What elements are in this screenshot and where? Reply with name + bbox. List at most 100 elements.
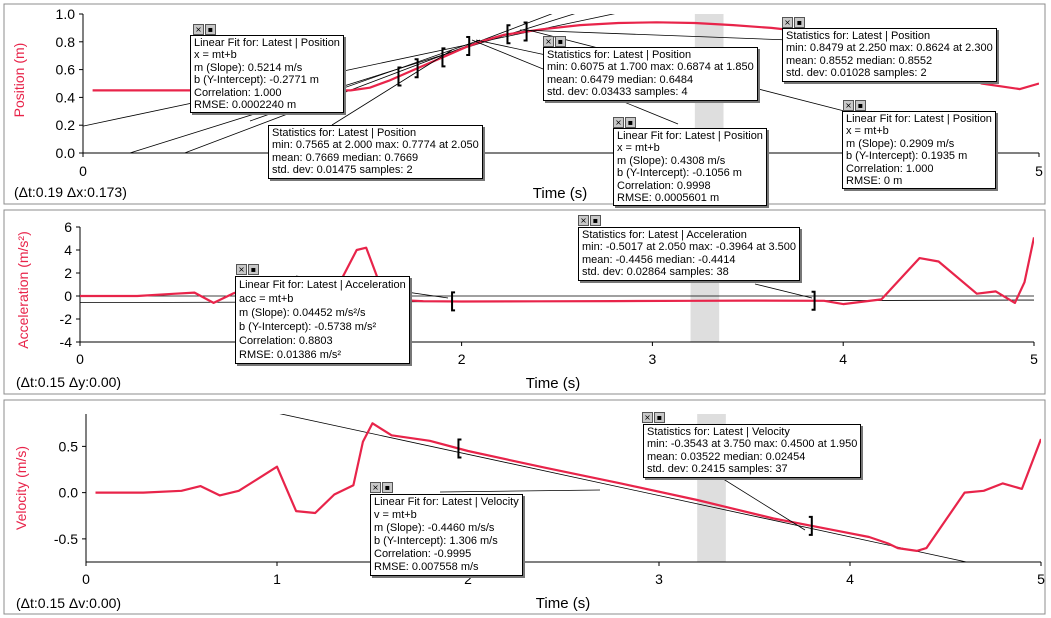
stats-min-max: min: 0.7565 at 2.000 max: 0.7774 at 2.05… [272,139,479,152]
fit-intercept: b (Y-Intercept): -0.1056 m [617,167,742,180]
pos-statistics-box-2[interactable]: Statistics for: Latest | Position min: 0… [543,47,758,101]
x-tick-label: 1 [273,571,281,587]
x-tick-label: 0 [79,163,87,179]
fit-correlation: Correlation: 1.000 [846,162,934,175]
stats-min-max: min: 0.8479 at 2.250 max: 0.8624 at 2.30… [786,42,993,55]
y-tick-label: 4 [64,242,72,258]
y-axis-title: Acceleration (m/s²) [15,231,31,348]
y-tick-label: 0.0 [56,145,76,161]
y-tick-label: 0.5 [59,438,79,454]
fit-title: Linear Fit for: Latest | Position [194,37,340,49]
y-tick-label: -4 [60,334,73,350]
vel-stats-controls: × ▪ [642,412,665,423]
fit-slope: m (Slope): -0.4460 m/s/s [374,522,495,534]
fit-title: Linear Fit for: Latest | Acceleration [239,279,406,291]
pos-statistics-box-1[interactable]: Statistics for: Latest | Position min: 0… [268,125,483,179]
acc-statistics-box[interactable]: Statistics for: Latest | Acceleration mi… [578,227,801,281]
menu-icon[interactable]: ▪ [654,412,665,423]
fit-title: Linear Fit for: Latest | Velocity [374,496,519,508]
velocity-chart: 0.50.0-0.50 1 2 3 4 5Velocity (m/s)Time (s)(Δ… [3,399,1046,615]
fit-title: Linear Fit for: Latest | Position [846,113,992,125]
stats-stddev-samples: std. dev: 0.01028 samples: 2 [786,67,927,80]
stats-title: Statistics for: Latest | Position [547,49,692,61]
fit-intercept: b (Y-Intercept): 0.1935 m [846,150,968,163]
pane-background [4,400,1045,614]
stats-title: Statistics for: Latest | Position [272,127,417,139]
pos-linear-fit-box-1[interactable]: Linear Fit for: Latest | Position x = mt… [190,35,344,114]
close-icon[interactable]: × [236,264,247,275]
acc-stats-controls: × ▪ [578,215,601,226]
x-tick-label: 4 [839,351,847,367]
fit-rmse: RMSE: 0.0002240 m [194,99,297,112]
fit-equation: x = mt+b [194,49,237,62]
menu-icon[interactable]: ▪ [794,17,805,28]
x-tick-label: 2 [458,351,466,367]
pos-linear-fit-box-3[interactable]: Linear Fit for: Latest | Position x = mt… [842,111,996,190]
menu-icon[interactable]: ▪ [555,36,566,47]
y-tick-label: 0.2 [56,117,76,133]
pos-linear-fit-box-2[interactable]: Linear Fit for: Latest | Position x = mt… [613,128,767,207]
menu-icon[interactable]: ▪ [590,215,601,226]
fit-rmse: RMSE: 0.01386 m/s² [239,349,342,361]
y-tick-label: 1.0 [56,6,76,22]
pos-statistics-box-3[interactable]: Statistics for: Latest | Position min: 0… [782,28,997,82]
fit-correlation: Correlation: 0.8803 [239,335,333,347]
delta-readout: (Δt:0.15 Δy:0.00) [16,374,121,390]
close-icon[interactable]: × [782,17,793,28]
x-tick-label: 5 [1030,351,1038,367]
y-axis-title: Velocity (m/s) [13,446,29,530]
vel-statistics-box[interactable]: Statistics for: Latest | Velocity min: -… [643,424,862,478]
y-tick-label: 0.8 [56,34,76,50]
stats-min-max: min: -0.5017 at 2.050 max: -0.3964 at 3.… [582,241,797,254]
y-tick-label: 0.4 [56,89,76,105]
fit-correlation: Correlation: 0.9998 [617,179,711,192]
stats-mean-median: mean: 0.7669 median: 0.7669 [272,151,419,164]
delta-readout: (Δt:0.15 Δv:0.00) [16,595,121,611]
menu-icon[interactable]: ▪ [855,100,866,111]
close-icon[interactable]: × [843,100,854,111]
close-icon[interactable]: × [370,482,381,493]
menu-icon[interactable]: ▪ [625,117,636,128]
y-tick-label: 2 [64,265,72,281]
stats-stddev-samples: std. dev: 0.01475 samples: 2 [272,164,413,177]
stats-title: Statistics for: Latest | Velocity [647,426,790,438]
close-icon[interactable]: × [613,117,624,128]
x-axis-title: Time (s) [526,375,580,392]
y-tick-label: 0.0 [59,485,79,501]
close-icon[interactable]: × [578,215,589,226]
stats-mean-median: mean: -0.4456 median: -0.4414 [582,253,736,266]
x-tick-label: 4 [846,571,854,587]
y-axis-title: Position (m) [11,43,27,118]
acc-linear-fit-box[interactable]: Linear Fit for: Latest | Acceleration ac… [235,276,410,364]
fit-rmse: RMSE: 0.0005601 m [617,192,720,205]
menu-icon[interactable]: ▪ [205,24,216,35]
close-icon[interactable]: × [543,36,554,47]
menu-icon[interactable]: ▪ [382,482,393,493]
delta-readout: (Δt:0.19 Δx:0.173) [14,184,127,200]
stats-mean-median: mean: 0.03522 median: 0.02454 [647,450,806,463]
stats-mean-median: mean: 0.8552 median: 0.8552 [786,54,933,67]
fit-slope: m (Slope): 0.04452 m/s²/s [239,307,366,319]
x-tick-label: 5 [1035,163,1043,179]
pos-stats-3-controls: × ▪ [782,17,805,28]
stats-title: Statistics for: Latest | Acceleration [582,229,747,241]
vel-linear-fit-box[interactable]: Linear Fit for: Latest | Velocity v = mt… [370,494,523,576]
pos-fit-2-controls: × ▪ [613,117,636,128]
x-tick-label: 3 [655,571,663,587]
pos-fit-1-controls: × ▪ [193,24,216,35]
y-tick-label: -0.5 [54,531,78,547]
stats-min-max: min: -0.3543 at 3.750 max: 0.4500 at 1.9… [647,438,858,451]
menu-icon[interactable]: ▪ [248,264,259,275]
close-icon[interactable]: × [642,412,653,423]
stats-stddev-samples: std. dev: 0.2415 samples: 37 [647,463,788,476]
close-icon[interactable]: × [193,24,204,35]
stats-stddev-samples: std. dev: 0.03433 samples: 4 [547,86,688,99]
y-tick-label: -2 [60,311,73,327]
fit-equation: x = mt+b [846,125,889,138]
fit-rmse: RMSE: 0.007558 m/s [374,561,479,573]
fit-equation: acc = mt+b [239,293,294,305]
x-axis-title: Time (s) [536,595,590,612]
fit-slope: m (Slope): 0.2909 m/s [846,137,955,150]
stats-stddev-samples: std. dev: 0.02864 samples: 38 [582,266,729,279]
x-axis-title: Time (s) [533,185,587,202]
